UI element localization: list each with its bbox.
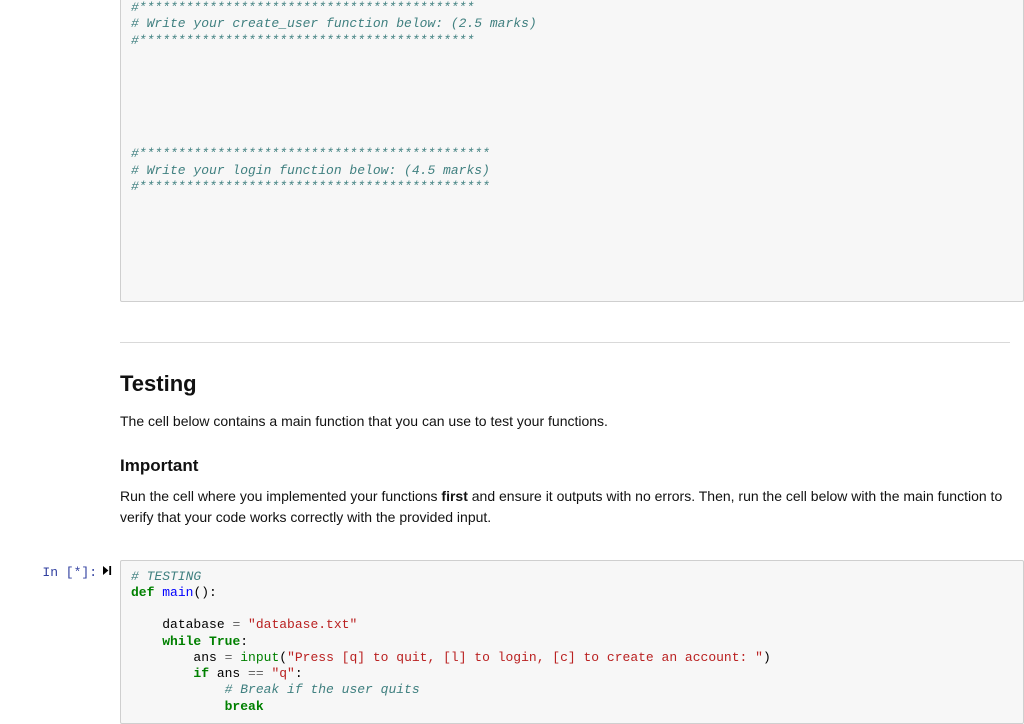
comment-line: # TESTING bbox=[131, 569, 201, 584]
comment-line: #***************************************… bbox=[131, 0, 474, 15]
comment-line: #***************************************… bbox=[131, 146, 490, 161]
comment-line: # Break if the user quits bbox=[225, 682, 420, 697]
emphasis-first: first bbox=[441, 488, 467, 504]
run-to-end-icon[interactable] bbox=[103, 565, 112, 583]
paragraph-testing: The cell below contains a main function … bbox=[120, 411, 1010, 432]
paragraph-important: Run the cell where you implemented your … bbox=[120, 486, 1010, 528]
prompt-label: In [*]: bbox=[42, 565, 97, 580]
markdown-cell[interactable]: Testing The cell below contains a main f… bbox=[0, 302, 1024, 560]
cell-prompt: In [*]: bbox=[0, 560, 120, 724]
cell-prompt-empty bbox=[0, 0, 120, 302]
heading-testing: Testing bbox=[120, 371, 1010, 397]
code-cell-2[interactable]: In [*]: # TESTING def main(): database =… bbox=[0, 560, 1024, 724]
code-editor-2[interactable]: # TESTING def main(): database = "databa… bbox=[120, 560, 1024, 724]
jupyter-notebook: #***************************************… bbox=[0, 0, 1024, 724]
heading-important: Important bbox=[120, 456, 1010, 476]
code-cell-1[interactable]: #***************************************… bbox=[0, 0, 1024, 302]
comment-line: #***************************************… bbox=[131, 179, 490, 194]
cell-prompt-empty bbox=[0, 302, 120, 560]
code-editor-1[interactable]: #***************************************… bbox=[120, 0, 1024, 302]
horizontal-rule bbox=[120, 342, 1010, 343]
comment-line: # Write your create_user function below:… bbox=[131, 16, 537, 31]
comment-line: #***************************************… bbox=[131, 33, 474, 48]
comment-line: # Write your login function below: (4.5 … bbox=[131, 163, 490, 178]
